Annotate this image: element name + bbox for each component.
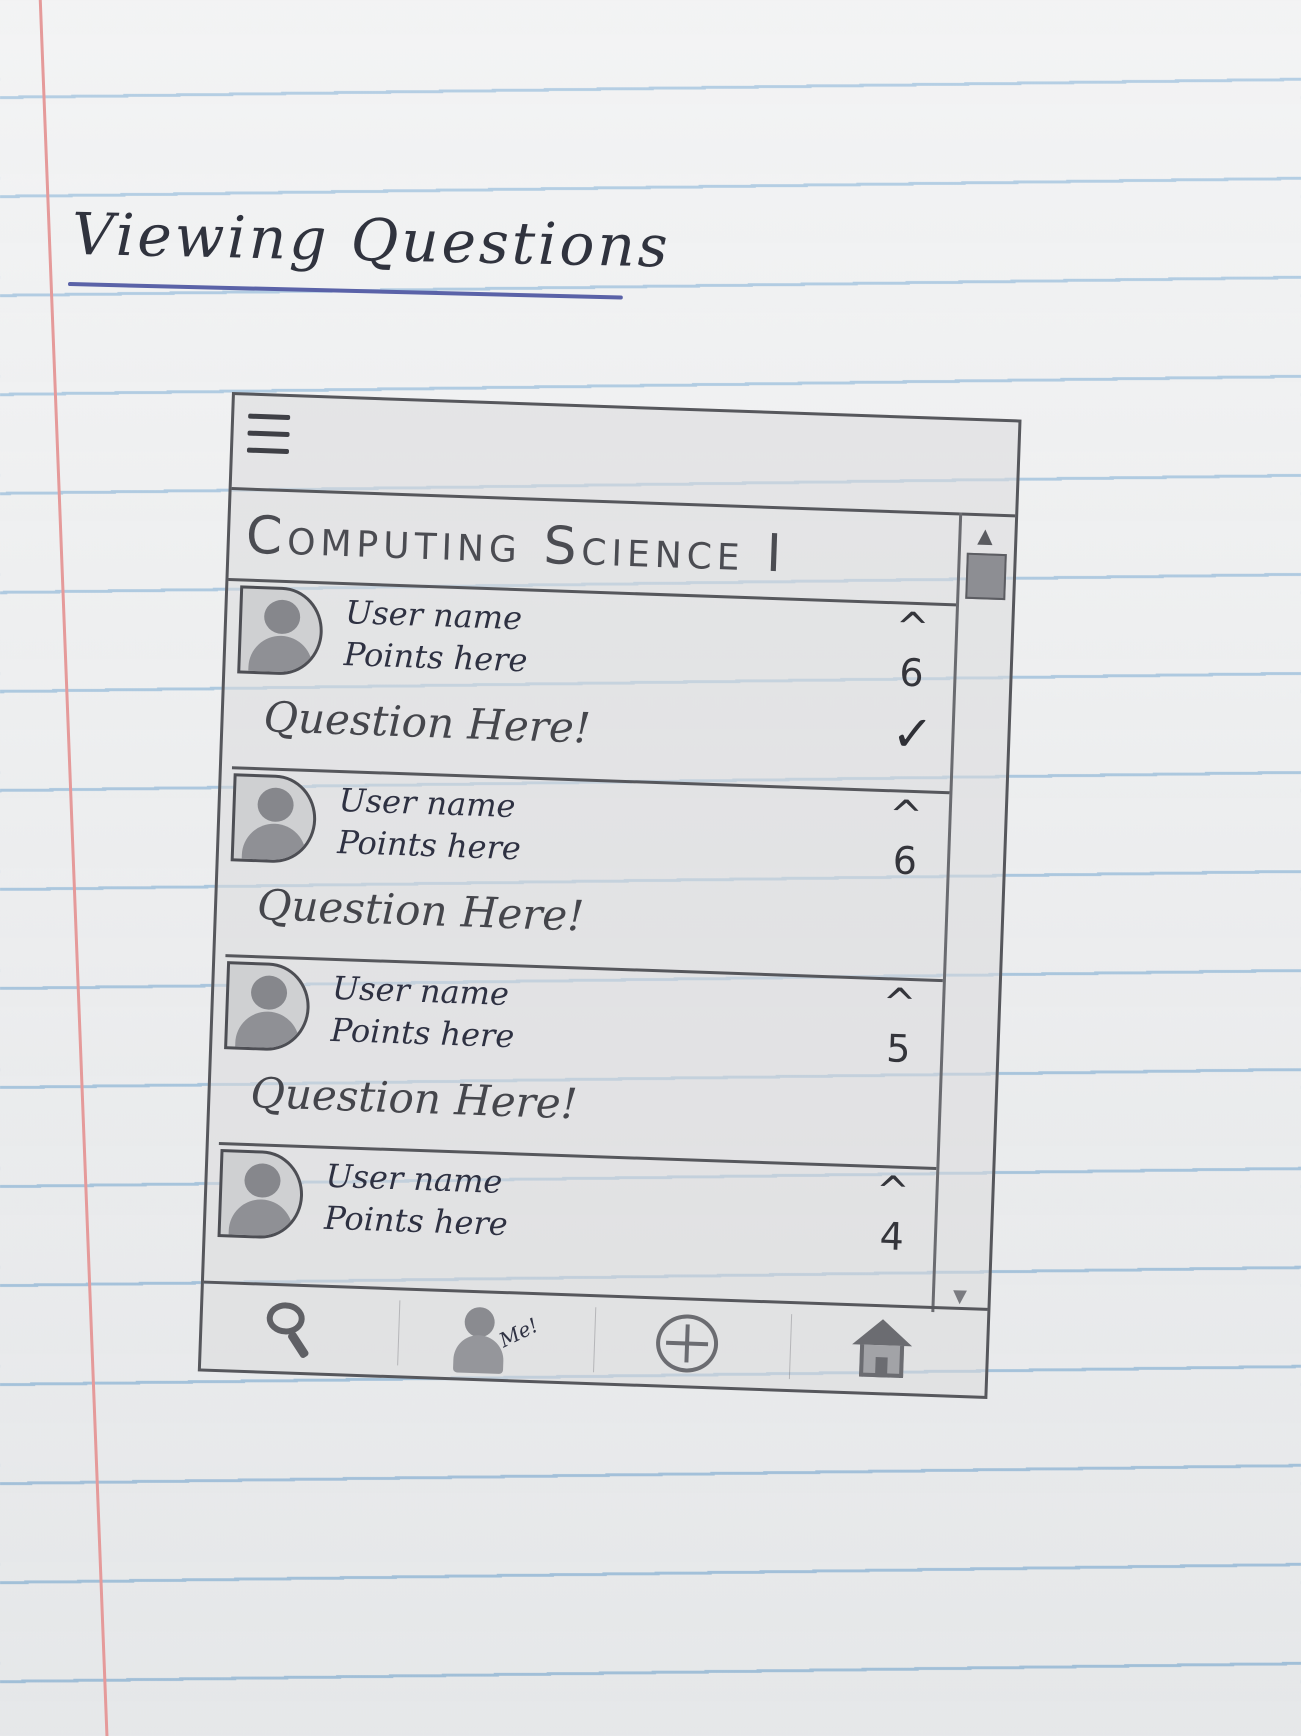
user-avatar-icon <box>237 585 325 677</box>
scroll-up-arrow-icon[interactable]: ▲ <box>977 523 993 548</box>
question-text: Question Here! <box>256 880 585 941</box>
user-points: Points here <box>343 635 529 680</box>
vote-count: 6 <box>892 838 918 884</box>
user-points: Points here <box>330 1010 515 1056</box>
nav-home-button[interactable] <box>789 1304 988 1396</box>
title-underline <box>67 282 623 300</box>
user-name: User name <box>325 1156 504 1201</box>
nav-profile-button[interactable]: Me! <box>397 1290 596 1382</box>
user-avatar-icon <box>217 1149 305 1240</box>
upvote-icon[interactable]: ^ <box>888 792 923 839</box>
profile-label: Me! <box>495 1312 542 1353</box>
upvote-icon[interactable]: ^ <box>875 1168 910 1215</box>
upvote-icon[interactable]: ^ <box>895 604 930 651</box>
user-avatar-icon <box>230 773 318 865</box>
user-points: Points here <box>323 1198 509 1244</box>
question-card[interactable]: User name Points here ^ 5 Question Here! <box>218 957 943 1171</box>
user-avatar-icon <box>224 961 312 1053</box>
hamburger-menu-icon[interactable] <box>246 413 291 471</box>
user-points: Points here <box>336 822 522 868</box>
nav-add-question-button[interactable] <box>593 1297 792 1389</box>
answered-check-icon: ✓ <box>890 704 935 764</box>
scroll-thumb[interactable] <box>965 552 1007 601</box>
question-card[interactable]: User name Points here ^ 6 Question Here! <box>225 769 950 983</box>
question-text: Question Here! <box>249 1068 579 1129</box>
nav-search-button[interactable] <box>201 1284 400 1376</box>
user-name: User name <box>344 593 523 638</box>
phone-frame: Computing Science I ▲ ▼ User name Points… <box>197 392 1022 1399</box>
question-text: Question Here! <box>262 692 592 753</box>
upvote-icon[interactable]: ^ <box>882 980 917 1027</box>
user-name: User name <box>331 968 510 1014</box>
vote-count: 4 <box>878 1214 905 1259</box>
course-title: Computing Science I <box>244 505 788 585</box>
vote-count: 6 <box>898 650 925 696</box>
question-card[interactable]: User name Points here ^ 6 Question Here!… <box>231 581 956 795</box>
scroll-down-arrow-icon[interactable]: ▼ <box>953 1286 968 1307</box>
vote-count: 5 <box>885 1026 912 1072</box>
page-title: Viewing Questions <box>71 200 672 281</box>
question-list: User name Points here ^ 6 Question Here!… <box>213 581 956 1312</box>
user-name: User name <box>338 780 517 826</box>
